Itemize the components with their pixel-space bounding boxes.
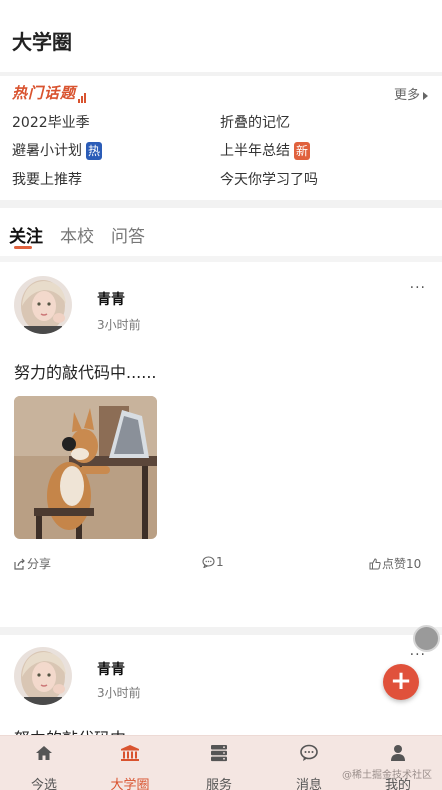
hot-topics-logo: 热门话题: [12, 82, 87, 103]
feed-tabs: 关注 本校 问答: [0, 208, 442, 256]
topic-label: 上半年总结: [220, 143, 290, 159]
tab-qa[interactable]: 问答: [111, 222, 145, 247]
message-icon: [300, 744, 318, 761]
post-text: 努力的敲代码中......: [14, 363, 157, 382]
topic-item[interactable]: 折叠的记忆: [220, 112, 290, 132]
header-bar: 大学圈: [0, 0, 442, 72]
divider: [0, 200, 442, 208]
hot-topics-logo-text: 热门话题: [12, 84, 77, 102]
like-button[interactable]: 点赞10: [369, 555, 421, 572]
comment-icon: [202, 556, 215, 569]
thumbs-up-icon: [369, 558, 381, 570]
active-tab-indicator: [14, 246, 32, 249]
like-label: 点赞10: [382, 557, 422, 571]
author-name[interactable]: 青青: [97, 659, 125, 679]
tab-following[interactable]: 关注: [9, 222, 43, 247]
signal-bars-icon: [78, 85, 87, 103]
tabbar-item-university-circle[interactable]: 大学圈: [86, 736, 174, 790]
page-title: 大学圈: [12, 30, 72, 54]
topic-item[interactable]: 我要上推荐: [12, 169, 82, 189]
tab-my-school[interactable]: 本校: [60, 222, 94, 247]
post-card: 青青 3小时前 ··· 努力的敲代码中...... 分享 1 点赞10: [0, 262, 442, 627]
new-badge: 新: [294, 142, 311, 160]
hot-badge: 热: [86, 142, 103, 160]
tabbar-label: 服务: [205, 778, 232, 790]
server-icon: [211, 745, 227, 762]
home-icon: [36, 746, 52, 760]
floating-assistive-button[interactable]: [413, 625, 440, 652]
topic-label: 避暑小计划: [12, 143, 82, 159]
hot-topics-section: 热门话题 更多 2022毕业季 折叠的记忆 避暑小计划热 上半年总结新 我要上推…: [0, 76, 442, 200]
post-text: 努力的敲代码中......: [14, 725, 157, 735]
user-icon: [391, 745, 405, 761]
topic-label: 今天你学习了吗: [220, 172, 318, 188]
divider: [0, 627, 442, 635]
university-icon: [121, 745, 139, 761]
tabbar-label: 大学圈: [110, 778, 150, 790]
topic-item[interactable]: 上半年总结新: [220, 140, 311, 160]
share-icon: [14, 558, 25, 570]
topic-item[interactable]: 避暑小计划热: [12, 140, 103, 160]
tabbar-item-me[interactable]: 我的: [354, 736, 442, 790]
triangle-right-icon: [423, 91, 428, 100]
tabbar-label: 消息: [295, 778, 322, 790]
topic-label: 2022毕业季: [12, 115, 90, 131]
avatar[interactable]: [14, 276, 72, 334]
watermark: @稀土掘金技术社区: [342, 770, 432, 781]
comment-button[interactable]: 1: [202, 555, 224, 569]
share-label: 分享: [27, 557, 52, 571]
avatar[interactable]: [14, 647, 72, 705]
comment-count: 1: [216, 555, 224, 569]
topic-label: 折叠的记忆: [220, 115, 290, 131]
post-time: 3小时前: [97, 686, 141, 700]
create-post-button[interactable]: +: [383, 664, 419, 700]
tabbar-item-services[interactable]: 服务: [175, 736, 263, 790]
topic-item[interactable]: 2022毕业季: [12, 112, 90, 132]
post-card: 青青 3小时前 ··· 努力的敲代码中......: [0, 635, 442, 735]
tabbar-item-messages[interactable]: 消息: [265, 736, 353, 790]
author-name[interactable]: 青青: [97, 289, 125, 309]
topic-label: 我要上推荐: [12, 172, 82, 188]
plus-icon: +: [390, 666, 412, 696]
tabbar-item-today[interactable]: 今选: [0, 736, 88, 790]
post-actions: 分享 1 点赞10: [0, 555, 442, 575]
more-link[interactable]: 更多: [394, 84, 428, 103]
more-options-button[interactable]: ···: [410, 280, 426, 296]
more-label: 更多: [393, 88, 420, 103]
share-button[interactable]: 分享: [14, 555, 51, 572]
bottom-tab-bar: 今选 大学圈 服务 消息 我的 @稀土掘金技术社区: [0, 735, 442, 790]
tabbar-label: 今选: [30, 778, 57, 790]
topic-item[interactable]: 今天你学习了吗: [220, 169, 318, 189]
post-time: 3小时前: [97, 318, 141, 332]
post-image[interactable]: [14, 396, 157, 539]
